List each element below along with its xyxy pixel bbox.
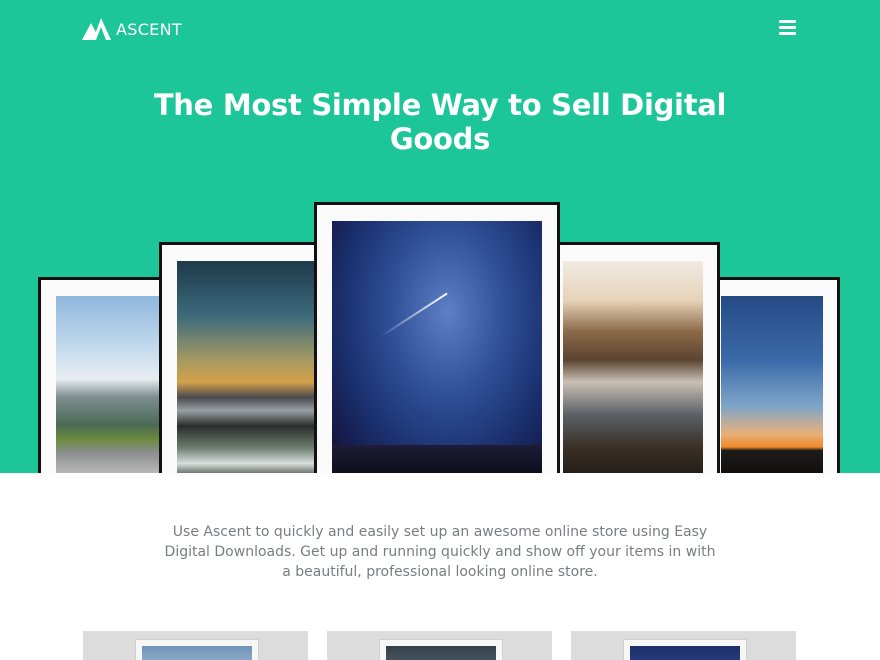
product-frame <box>623 639 747 660</box>
hamburger-menu-icon[interactable] <box>779 20 796 35</box>
product-card-1[interactable] <box>83 631 308 660</box>
product-thumbnail-3 <box>630 646 740 660</box>
site-logo[interactable]: ASCENT <box>82 18 182 40</box>
product-card-2[interactable] <box>327 631 552 660</box>
starry-night-sky-photo <box>332 221 542 473</box>
gallery-frame-waterfall <box>542 242 720 473</box>
silhouette-sunset-photo <box>721 296 823 473</box>
gallery-frame-mountain-sunset <box>159 242 319 473</box>
top-navigation-bar: ASCENT <box>0 0 880 60</box>
mountain-sunset-photo <box>177 261 317 473</box>
intro-paragraph: Use Ascent to quickly and easily set up … <box>164 524 716 580</box>
mountain-icon <box>82 18 111 40</box>
hero-title: The Most Simple Way to Sell Digital Good… <box>153 88 727 156</box>
product-frame <box>379 639 503 660</box>
product-frame <box>135 639 259 660</box>
logo-text: ASCENT <box>116 19 182 39</box>
product-thumbnail-1 <box>142 646 252 660</box>
hero-section: ASCENT The Most Simple Way to Sell Digit… <box>0 0 880 473</box>
gallery-frame-starry-sky <box>314 202 560 473</box>
product-thumbnail-2 <box>386 646 496 660</box>
product-card-3[interactable] <box>571 631 796 660</box>
shooting-star <box>379 292 448 338</box>
gallery-frame-mountain-road <box>38 277 196 473</box>
waterfall-photo <box>563 261 703 473</box>
gallery-frame-silhouette <box>700 277 840 473</box>
